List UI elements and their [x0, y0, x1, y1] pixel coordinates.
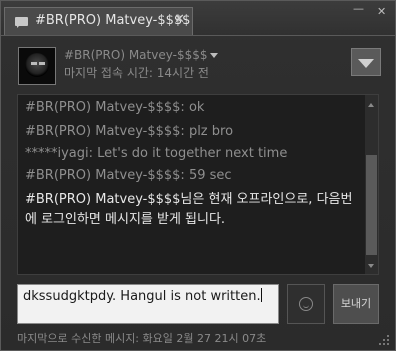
text-cursor [260, 288, 262, 302]
last-online-status: 마지막 접속 시간: 14시간 전 [64, 66, 209, 80]
close-window-button[interactable]: ✕ [377, 5, 386, 18]
divider [1, 35, 395, 36]
scroll-up-icon[interactable] [368, 103, 374, 107]
chat-message: #BR(PRO) Matvey-$$$$: ok [25, 100, 205, 115]
send-button[interactable]: 보내기 [333, 284, 379, 324]
tab-title: #BR(PRO) Matvey-$$$$ [35, 13, 191, 28]
chat-bubble-icon [15, 17, 28, 28]
last-received-timestamp: 마지막으로 수신한 메시지: 화요일 2월 27 21시 07초 [17, 332, 267, 345]
tab-close-button[interactable]: ✕ [174, 12, 185, 27]
minimize-button[interactable]: — [353, 2, 364, 15]
friend-avatar[interactable] [18, 47, 56, 85]
chat-window: #BR(PRO) Matvey-$$$$ ✕ — ✕ #BR(PRO) Matv… [0, 0, 396, 351]
friend-name[interactable]: #BR(PRO) Matvey-$$$$ [64, 48, 207, 62]
avatar-eye-right [39, 62, 45, 65]
chat-log[interactable]: #BR(PRO) Matvey-$$$$: ok #BR(PRO) Matvey… [17, 94, 379, 275]
scroll-down-icon[interactable] [368, 264, 374, 268]
chat-tab[interactable]: #BR(PRO) Matvey-$$$$ ✕ [4, 7, 193, 35]
name-dropdown-icon[interactable] [210, 53, 218, 58]
chat-message: *****iyagi: Let's do it together next ti… [25, 146, 288, 161]
message-input[interactable]: dkssudgktpdy. Hangul is not written. [17, 284, 279, 324]
friend-menu-button[interactable] [351, 48, 381, 76]
emoticon-button[interactable] [287, 284, 325, 324]
chat-message: #BR(PRO) Matvey-$$$$: plz bro [25, 124, 234, 139]
avatar-eye-left [31, 62, 37, 65]
message-input-text: dkssudgktpdy. Hangul is not written. [23, 289, 261, 304]
smiley-icon [299, 297, 313, 311]
chat-scrollbar[interactable] [365, 95, 378, 274]
avatar-image [25, 53, 49, 77]
title-bar[interactable]: #BR(PRO) Matvey-$$$$ ✕ — ✕ [1, 1, 395, 37]
scroll-thumb[interactable] [366, 155, 377, 255]
chat-message: #BR(PRO) Matvey-$$$$: 59 sec [25, 168, 232, 183]
offline-notice: #BR(PRO) Matvey-$$$$님은 현재 오프라인으로, 다음번에 로… [25, 192, 353, 227]
resize-grip-icon[interactable] [377, 333, 391, 347]
chevron-down-icon [358, 59, 374, 68]
